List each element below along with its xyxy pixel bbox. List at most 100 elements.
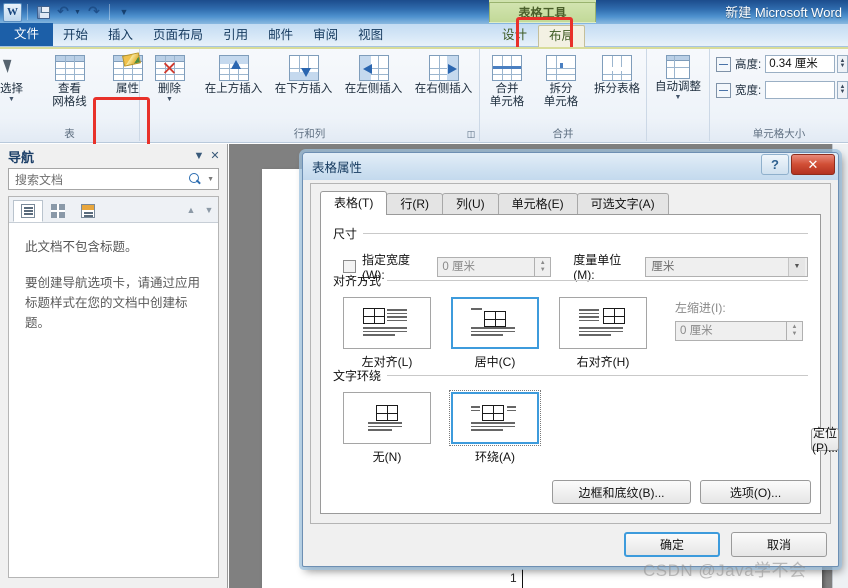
view-gridlines-button[interactable]: 查看 网格线 <box>41 53 99 109</box>
undo-icon[interactable]: ↶ <box>53 2 73 22</box>
align-center-option[interactable]: 居中(C) <box>451 297 539 370</box>
word-icon[interactable]: W <box>3 2 22 22</box>
tab-page-layout[interactable]: 页面布局 <box>143 25 213 46</box>
tab-view[interactable]: 视图 <box>348 25 393 46</box>
insert-above-label: 在上方插入 <box>204 83 263 95</box>
search-placeholder: 搜索文档 <box>15 172 64 187</box>
tab-layout[interactable]: 布局 <box>538 25 586 47</box>
alignment-group: 对齐方式 左对齐(L) 居中(C) 右对齐(H) 左缩进(I): 0 厘米 ▲ … <box>333 272 808 370</box>
align-center-table-icon <box>469 306 521 340</box>
arrow-down-icon[interactable]: ▼ <box>200 197 218 222</box>
borders-shading-button[interactable]: 边框和底纹(B)... <box>552 480 691 504</box>
dialog-tab-row[interactable]: 行(R) <box>386 193 443 215</box>
left-indent-input[interactable]: 0 厘米 <box>675 321 787 341</box>
tab-mailings[interactable]: 邮件 <box>258 25 303 46</box>
wrap-none-tile[interactable] <box>343 392 431 444</box>
chevron-down-icon[interactable]: ▼ <box>166 96 173 103</box>
table-properties-label: 属性 <box>116 83 139 95</box>
options-button[interactable]: 选项(O)... <box>700 480 811 504</box>
search-input[interactable]: 搜索文档 ▼ <box>8 168 219 190</box>
cell-width-input[interactable] <box>765 81 835 99</box>
insert-below-button[interactable]: 在下方插入 <box>269 53 339 96</box>
help-icon[interactable]: ? <box>761 154 789 175</box>
wrap-around-option[interactable]: 环绕(A) <box>449 390 541 465</box>
dialog-tab-alt-text[interactable]: 可选文字(A) <box>576 193 669 215</box>
cell-height-row: 高度: 0.34 厘米 ▲ ▼ <box>710 53 848 75</box>
autofit-button[interactable]: 自动调整 ▼ <box>649 53 707 101</box>
chevron-down-icon[interactable]: ▼ <box>191 148 207 164</box>
align-left-tile[interactable] <box>343 297 431 349</box>
select-button[interactable]: 选择 ▼ <box>0 53 41 103</box>
dialog-footer: 确定 取消 <box>624 532 827 557</box>
align-center-tile[interactable] <box>451 297 539 349</box>
undo-dropdown-icon[interactable]: ▼ <box>73 2 84 22</box>
cell-width-label: 宽度: <box>735 85 762 97</box>
wrap-around-label: 环绕(A) <box>475 450 515 464</box>
wrap-none-option[interactable]: 无(N) <box>343 392 431 465</box>
table-cell-content: 1 <box>510 571 517 585</box>
insert-above-button[interactable]: 在上方插入 <box>199 53 269 96</box>
dialog-tab-row: 表格(T) 行(R) 列(U) 单元格(E) 可选文字(A) <box>320 191 669 215</box>
split-table-icon <box>602 55 632 81</box>
close-icon[interactable]: ✕ <box>207 148 223 164</box>
rows-columns-dialog-launcher[interactable]: ◫ <box>465 128 477 140</box>
cell-height-spinner[interactable]: ▲ ▼ <box>837 55 848 73</box>
insert-below-label: 在下方插入 <box>274 83 333 95</box>
tab-design[interactable]: 设计 <box>492 25 537 46</box>
position-button[interactable]: 定位(P)... <box>811 426 839 455</box>
headings-tab[interactable] <box>13 200 43 222</box>
wrapping-options-row: 无(N) 环绕(A) 定位(P)... <box>333 390 839 465</box>
tab-references[interactable]: 引用 <box>213 25 258 46</box>
delete-button[interactable]: ✕ 删除 ▼ <box>141 53 199 103</box>
wrap-around-tile[interactable] <box>449 390 541 446</box>
search-icon[interactable] <box>189 172 202 186</box>
dialog-tab-table[interactable]: 表格(T) <box>320 191 388 215</box>
insert-left-button[interactable]: 在左侧插入 <box>339 53 409 96</box>
cancel-button[interactable]: 取消 <box>731 532 827 557</box>
pages-tab[interactable] <box>43 200 73 222</box>
insert-right-icon <box>428 55 459 81</box>
search-options-icon[interactable]: ▼ <box>207 176 214 183</box>
pane-footer-buttons: 边框和底纹(B)... 选项(O)... <box>552 480 811 504</box>
save-icon[interactable] <box>33 2 53 22</box>
results-tab[interactable] <box>73 200 103 222</box>
split-table-button[interactable]: 拆分表格 <box>588 53 646 96</box>
ribbon-group-table: 选择 ▼ 查看 网格线 属性 表 <box>0 49 143 141</box>
title-bar: W ↶ ▼ ↷ ▼ 新建 Microsoft Word <box>0 0 848 24</box>
merge-cells-button[interactable]: 合并 单元格 <box>480 53 534 109</box>
cell-width-spinner[interactable]: ▲ ▼ <box>837 81 848 99</box>
tab-insert[interactable]: 插入 <box>98 25 143 46</box>
alignment-group-label: 对齐方式 <box>333 272 808 289</box>
merge-cells-icon <box>492 55 522 81</box>
ribbon-group-rows-columns: ✕ 删除 ▼ 在上方插入 在下方插入 在左侧插入 在右侧插入 行和列 ◫ <box>140 49 480 141</box>
dialog-tab-cell[interactable]: 单元格(E) <box>497 193 578 215</box>
chevron-down-icon[interactable]: ▼ <box>8 96 15 103</box>
view-gridlines-icon <box>54 55 85 81</box>
select-cursor-icon <box>0 55 27 81</box>
dialog-tab-column[interactable]: 列(U) <box>442 193 499 215</box>
ok-button[interactable]: 确定 <box>624 532 720 557</box>
split-table-label: 拆分表格 <box>594 83 640 95</box>
tab-home[interactable]: 开始 <box>53 25 98 46</box>
redo-icon[interactable]: ↷ <box>84 2 104 22</box>
insert-right-button[interactable]: 在右侧插入 <box>409 53 479 96</box>
chevron-down-icon[interactable]: ▼ <box>675 94 682 101</box>
insert-below-icon <box>288 55 319 81</box>
customize-qat-icon[interactable]: ▼ <box>115 2 135 22</box>
tab-review[interactable]: 审阅 <box>303 25 348 46</box>
ribbon-group-cell-size-title: 单元格大小 <box>752 128 806 140</box>
split-cells-icon <box>546 55 576 81</box>
left-indent-spinner[interactable]: ▲ ▼ <box>787 321 803 341</box>
align-left-option[interactable]: 左对齐(L) <box>343 297 431 370</box>
align-right-option[interactable]: 右对齐(H) <box>559 297 647 370</box>
cell-height-input[interactable]: 0.34 厘米 <box>765 55 835 73</box>
navigation-message: 此文档不包含标题。 要创建导航选项卡，请通过应用标题样式在您的文档中创建标题。 <box>9 223 218 333</box>
dialog-title-bar[interactable]: 表格属性 ? ✕ <box>303 153 838 180</box>
align-right-tile[interactable] <box>559 297 647 349</box>
table-tools-label: 表格工具 <box>489 2 596 22</box>
arrow-up-icon[interactable]: ▲ <box>182 197 200 222</box>
merge-cells-label-2: 单元格 <box>489 96 525 108</box>
close-icon[interactable]: ✕ <box>791 154 835 175</box>
split-cells-button[interactable]: 拆分 单元格 <box>534 53 588 109</box>
tab-file[interactable]: 文件 <box>0 23 54 46</box>
